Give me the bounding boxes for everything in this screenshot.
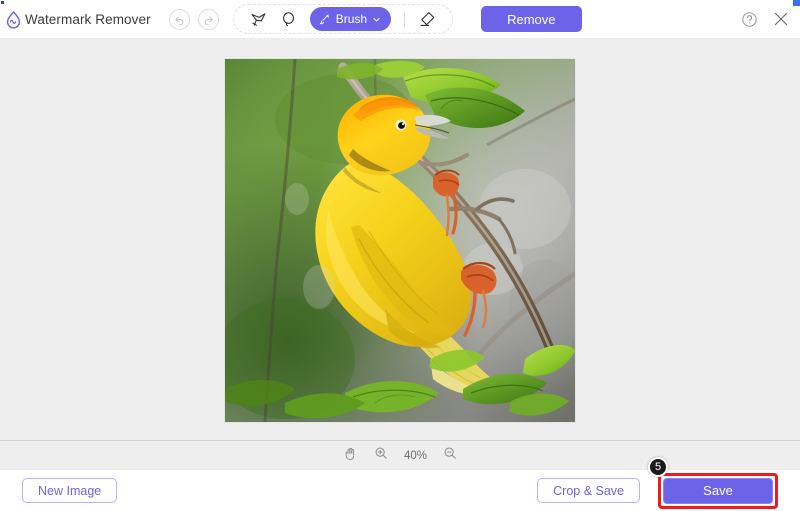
freehand-lasso-icon [280, 11, 297, 28]
brand: Watermark Remover [4, 10, 151, 29]
zoom-out-button[interactable] [443, 446, 457, 465]
polygon-lasso-icon [250, 11, 267, 28]
polygon-lasso-tool[interactable] [244, 6, 274, 32]
app-footer: New Image Crop & Save 5 Save [0, 470, 800, 511]
step-badge: 5 [648, 457, 668, 477]
close-x-icon [772, 10, 790, 28]
droplet-wave-logo-icon [4, 10, 23, 29]
crop-and-save-button[interactable]: Crop & Save [537, 478, 640, 503]
corner-artifact-right [793, 0, 800, 6]
app-header: Watermark Remover [0, 0, 800, 38]
eraser-tool[interactable] [412, 6, 442, 32]
watermark-remover-window: Watermark Remover [0, 0, 800, 511]
magnifier-minus-icon [443, 446, 457, 465]
photo-bird-on-branch [225, 59, 575, 422]
freehand-lasso-tool[interactable] [274, 6, 304, 32]
zoom-toolbar: 40% [0, 440, 800, 470]
paintbrush-icon [318, 13, 331, 26]
undo-arrow-icon [174, 14, 185, 25]
brush-tool-button[interactable]: Brush [310, 7, 391, 31]
tool-group: Brush [233, 4, 453, 34]
question-mark-circle-icon [741, 11, 758, 28]
hand-pan-tool[interactable] [343, 446, 358, 466]
zoom-in-button[interactable] [374, 446, 388, 465]
brush-label: Brush [336, 12, 367, 26]
remove-button[interactable]: Remove [481, 6, 581, 32]
save-button-wrapper: 5 Save [658, 473, 778, 509]
help-button[interactable] [741, 11, 758, 28]
image-frame[interactable] [225, 59, 575, 422]
eraser-icon [418, 10, 436, 28]
undo-button[interactable] [169, 9, 190, 30]
save-button[interactable]: Save [663, 478, 773, 504]
hand-pan-icon [343, 446, 358, 466]
corner-artifact-left [1, 1, 4, 4]
zoom-level-label: 40% [404, 450, 427, 462]
tool-separator [404, 11, 405, 27]
app-title: Watermark Remover [25, 12, 151, 27]
chevron-down-icon [372, 15, 381, 24]
history-buttons [169, 9, 219, 30]
editor-canvas[interactable] [0, 38, 800, 440]
header-right-controls [741, 10, 790, 28]
redo-button[interactable] [198, 9, 219, 30]
close-button[interactable] [772, 10, 790, 28]
save-button-highlight: Save [658, 473, 778, 509]
footer-right-actions: Crop & Save 5 Save [537, 473, 778, 509]
redo-arrow-icon [203, 14, 214, 25]
new-image-button[interactable]: New Image [22, 478, 117, 503]
magnifier-plus-icon [374, 446, 388, 465]
